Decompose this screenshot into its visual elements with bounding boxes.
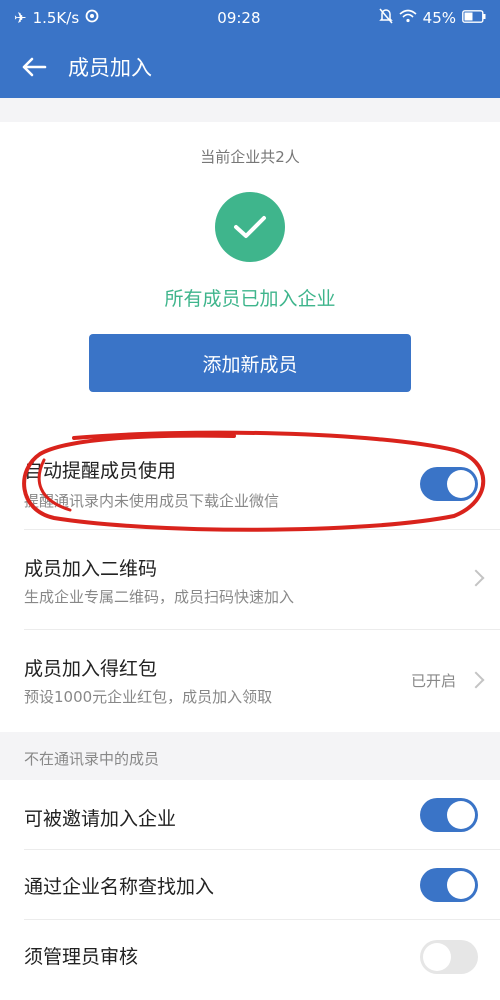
mute-icon (378, 8, 393, 28)
section-label: 不在通讯录中的成员 (24, 750, 160, 768)
back-arrow-icon[interactable] (14, 47, 54, 87)
check-icon (215, 192, 285, 262)
chevron-right-icon (467, 671, 485, 689)
setting-find-by-name[interactable]: 通过企业名称查找加入 (0, 850, 500, 920)
find-by-name-toggle[interactable] (420, 868, 478, 902)
setting-red-packet[interactable]: 成员加入得红包 预设1000元企业红包，成员加入领取 已开启 (0, 630, 500, 732)
airplane-icon: ✈ (14, 9, 27, 27)
setting-qr-code[interactable]: 成员加入二维码 生成企业专属二维码，成员扫码快速加入 (0, 530, 500, 630)
wifi-icon (399, 9, 417, 27)
setting-title: 自动提醒成员使用 (24, 460, 177, 482)
toggle-knob (447, 871, 475, 899)
admin-review-toggle[interactable] (420, 940, 478, 974)
section-header: 不在通讯录中的成员 (0, 732, 500, 780)
setting-subtitle: 提醒通讯录内未使用成员下载企业微信 (24, 492, 280, 510)
toggle-knob (447, 801, 475, 829)
toggle-knob (447, 470, 475, 498)
can-be-invited-toggle[interactable] (420, 798, 478, 832)
member-count: 当前企业共2人 (200, 148, 300, 166)
status-bar: ✈ 1.5K/s 09:28 45% (0, 0, 500, 36)
red-packet-status: 已开启 (410, 672, 456, 690)
status-right: 45% (378, 8, 486, 28)
app-bar: 成员加入 (0, 36, 500, 98)
setting-title: 成员加入二维码 (24, 558, 158, 580)
auto-remind-toggle[interactable] (420, 467, 478, 501)
setting-admin-review[interactable]: 须管理员审核 (0, 920, 500, 1000)
battery-level: 45% (422, 9, 456, 27)
clock: 09:28 (217, 9, 261, 27)
battery-icon (462, 9, 486, 27)
status-left: ✈ 1.5K/s (14, 9, 99, 27)
all-joined-status: 所有成员已加入企业 (164, 288, 336, 310)
page-title: 成员加入 (68, 56, 152, 80)
setting-title: 可被邀请加入企业 (24, 808, 177, 830)
chevron-right-icon (467, 569, 485, 587)
member-summary: 当前企业共2人 所有成员已加入企业 添加新成员 (0, 122, 500, 410)
network-speed: 1.5K/s (32, 9, 80, 27)
setting-subtitle: 生成企业专属二维码，成员扫码快速加入 (24, 588, 295, 606)
data-saver-icon (85, 9, 99, 27)
setting-title: 成员加入得红包 (24, 658, 158, 680)
header-spacer (0, 98, 500, 122)
setting-title: 须管理员审核 (24, 946, 139, 968)
add-member-button[interactable]: 添加新成员 (89, 334, 411, 392)
setting-title: 通过企业名称查找加入 (24, 876, 215, 898)
setting-auto-remind[interactable]: 自动提醒成员使用 提醒通讯录内未使用成员下载企业微信 (0, 410, 500, 530)
setting-subtitle: 预设1000元企业红包，成员加入领取 (24, 688, 273, 706)
setting-can-be-invited[interactable]: 可被邀请加入企业 (0, 780, 500, 850)
toggle-knob (423, 943, 451, 971)
